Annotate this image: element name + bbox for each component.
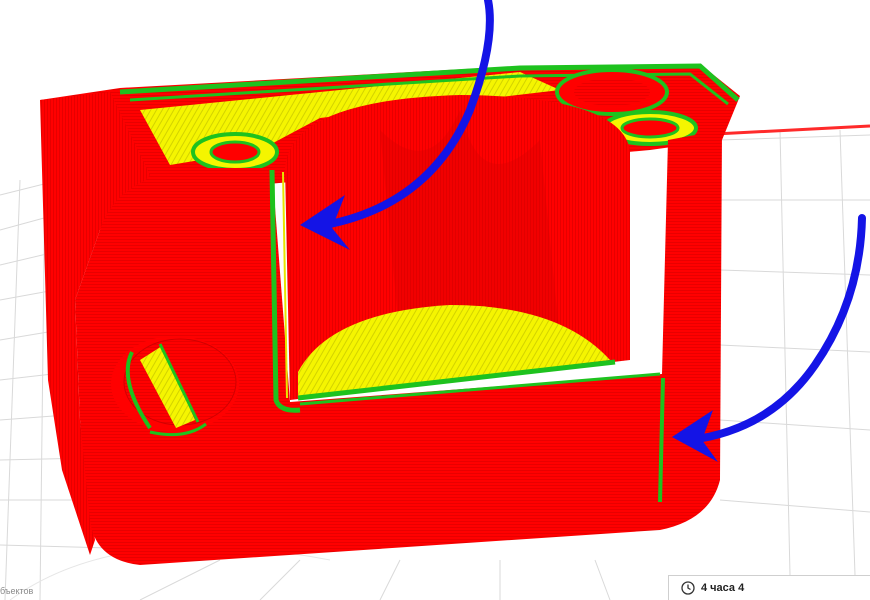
3d-viewport[interactable] (0, 0, 870, 600)
x-axis-line (714, 124, 870, 136)
clock-icon (681, 581, 695, 595)
object-count-status: бъектов (0, 586, 34, 596)
print-time-panel[interactable]: 4 часа 4 (668, 575, 870, 600)
print-time-label: 4 часа 4 (701, 582, 745, 594)
